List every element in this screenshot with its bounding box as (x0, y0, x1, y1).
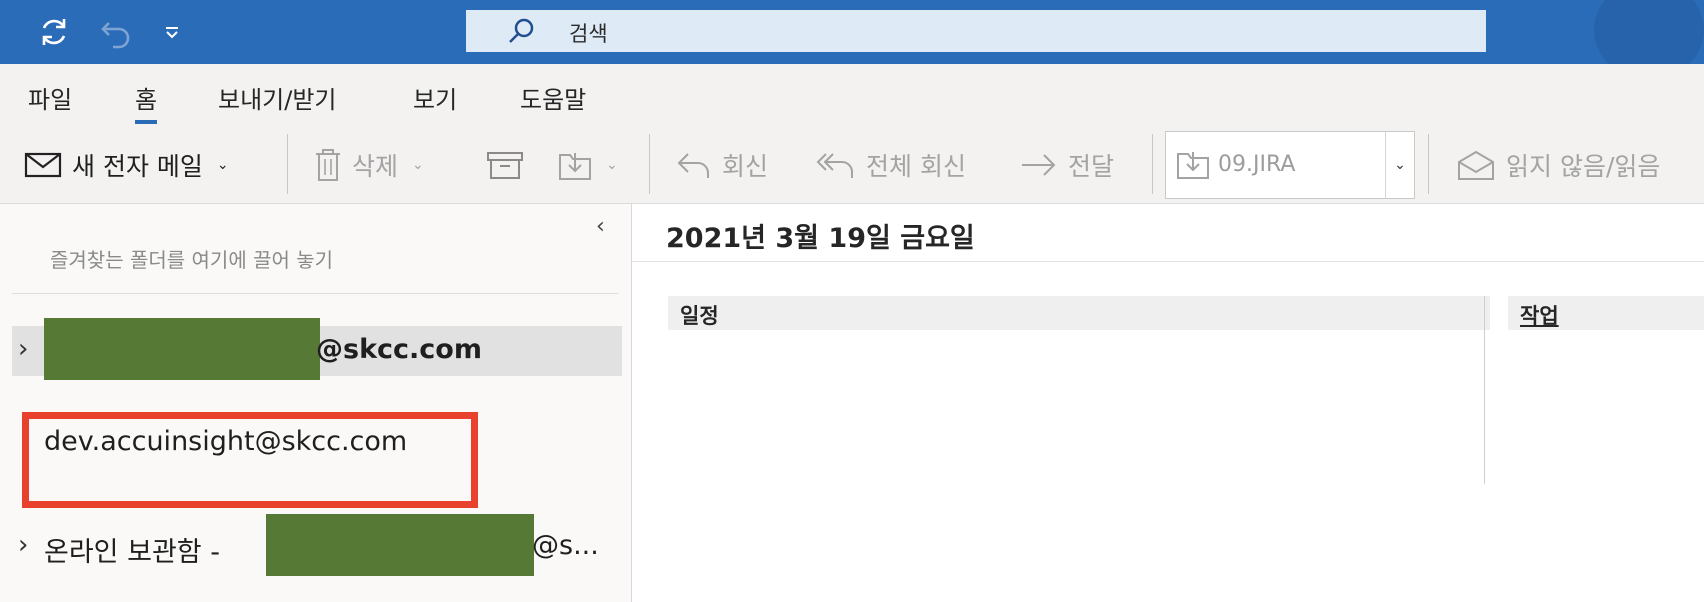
reply-label: 회신 (722, 152, 769, 181)
forward-icon (1022, 154, 1056, 176)
tab-help[interactable]: 도움말 (520, 80, 586, 115)
reply-button[interactable]: 회신 (676, 126, 768, 204)
new-mail-button[interactable]: 새 전자 메일 ⌄ (24, 126, 229, 204)
archive-icon (487, 152, 523, 179)
undo-icon[interactable] (94, 10, 138, 54)
chevron-right-icon[interactable]: › (18, 530, 28, 560)
ribbon-toolbar: 새 전자 메일 ⌄ 삭제 ⌄ ⌄ 회신 전체 회신 전달 09.JIRA ⌄ 읽… (0, 126, 1704, 204)
move-button[interactable]: ⌄ (558, 126, 618, 204)
ribbon-divider (649, 134, 650, 194)
main-pane: 2021년 3월 19일 금요일 일정 작업 (632, 204, 1704, 602)
account-label: dev.accuinsight@skcc.com (44, 426, 408, 457)
forward-label: 전달 (1068, 152, 1115, 181)
date-header: 2021년 3월 19일 금요일 (632, 204, 1704, 262)
reply-all-button[interactable]: 전체 회신 (816, 126, 966, 204)
unread-read-label: 읽지 않음/읽음 (1506, 152, 1661, 181)
ribbon-divider (287, 134, 288, 194)
redaction-block (44, 318, 320, 380)
chevron-down-icon[interactable]: ⌄ (217, 157, 229, 173)
ribbon-divider (1152, 134, 1153, 194)
chevron-down-icon[interactable]: ⌄ (1385, 132, 1414, 198)
new-mail-label: 새 전자 메일 (72, 152, 203, 181)
collapse-pane-icon[interactable]: ‹ (596, 214, 605, 239)
tasks-section-label[interactable]: 작업 (1520, 300, 1559, 330)
trash-icon (316, 149, 340, 181)
folder-move-icon (1177, 152, 1209, 179)
delete-button[interactable]: 삭제 ⌄ (314, 126, 424, 204)
account-item[interactable]: › @skcc.com (12, 318, 622, 380)
tab-send-receive[interactable]: 보내기/받기 (218, 80, 337, 115)
tab-home[interactable]: 홈 (135, 80, 158, 124)
search-placeholder: 검색 (569, 22, 608, 46)
quick-move-folder-select[interactable]: 09.JIRA ⌄ (1165, 131, 1415, 199)
account-label: @skcc.com (316, 334, 482, 365)
delete-label: 삭제 (352, 152, 399, 181)
tab-view[interactable]: 보기 (413, 80, 457, 115)
open-envelope-icon (1458, 150, 1494, 180)
customize-dropdown-icon[interactable] (150, 10, 194, 54)
favorites-drop-hint: 즐겨찾는 폴더를 여기에 끌어 놓기 (50, 248, 334, 272)
quick-move-folder-value: 09.JIRA (1218, 152, 1296, 177)
sync-icon[interactable] (32, 10, 76, 54)
ribbon-divider (1428, 134, 1429, 194)
archive-label-suffix: @s... (532, 530, 599, 561)
title-bar: 검색 (0, 0, 1704, 80)
chevron-down-icon[interactable]: ⌄ (412, 157, 424, 173)
archive-label-prefix: 온라인 보관함 - (44, 537, 220, 568)
search-box[interactable]: 검색 (466, 10, 1486, 52)
folder-pane: ‹ 즐겨찾는 폴더를 여기에 끌어 놓기 › @skcc.com dev.acc… (0, 204, 632, 602)
forward-button[interactable]: 전달 (1020, 126, 1114, 204)
ribbon-tabs: 파일 홈 보내기/받기 보기 도움말 (0, 64, 1704, 126)
envelope-icon (24, 152, 62, 178)
reply-all-icon (816, 153, 853, 178)
calendar-section-label: 일정 (680, 304, 719, 328)
archive-button[interactable] (486, 126, 524, 204)
date-title: 2021년 3월 19일 금요일 (666, 223, 975, 254)
move-to-folder-icon (559, 153, 591, 180)
account-item[interactable]: dev.accuinsight@skcc.com (12, 418, 622, 468)
reply-all-label: 전체 회신 (866, 152, 966, 181)
redaction-block (266, 514, 534, 576)
tasks-section-header[interactable]: 작업 (1508, 296, 1704, 330)
pane-divider (12, 293, 618, 294)
chevron-down-icon[interactable]: ⌄ (606, 157, 618, 173)
account-item[interactable]: › 온라인 보관함 - @s... (12, 514, 622, 576)
chevron-right-icon[interactable]: › (18, 334, 28, 364)
tab-file[interactable]: 파일 (28, 80, 72, 115)
unread-read-button[interactable]: 읽지 않음/읽음 (1456, 126, 1660, 204)
calendar-section-header: 일정 (668, 296, 1490, 330)
section-divider (1484, 296, 1485, 484)
search-icon (509, 18, 534, 43)
reply-icon (677, 153, 709, 178)
